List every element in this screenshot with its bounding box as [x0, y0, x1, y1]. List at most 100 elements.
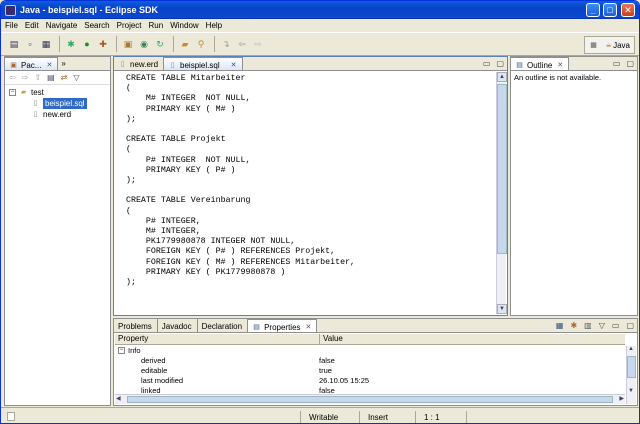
tab-properties[interactable]: ▤ Properties ✕ — [248, 319, 318, 332]
outline-tabbar: ▤ Outline ✕ ▭ ▢ — [511, 57, 637, 71]
tab-outline[interactable]: ▤ Outline ✕ — [511, 57, 570, 70]
erd-file-icon: ▯ — [120, 61, 125, 68]
maximize-icon[interactable]: ▢ — [496, 59, 504, 68]
collapse-icon[interactable]: − — [9, 89, 16, 96]
run-icon[interactable]: ● — [80, 37, 94, 51]
table-row[interactable]: editable true — [116, 366, 625, 376]
tab-beispiel-sql[interactable]: ▯ beispiel.sql ✕ — [164, 57, 244, 70]
java-perspective-icon: ☕ — [605, 41, 612, 49]
scroll-down-icon[interactable]: ▼ — [497, 304, 507, 314]
open-perspective-icon[interactable]: ▦ — [589, 41, 598, 50]
property-value: false — [319, 386, 335, 394]
scroll-down-icon[interactable]: ▼ — [628, 388, 634, 394]
maximize-button[interactable]: □ — [603, 3, 617, 17]
open-type-icon[interactable]: ▰ — [178, 37, 192, 51]
outline-message: An outline is not available. — [514, 73, 602, 82]
link-editor-icon[interactable]: ⇄ — [61, 73, 68, 82]
tab-problems[interactable]: Problems — [114, 319, 158, 332]
table-row[interactable]: last modified 26.10.05 15:25 — [116, 376, 625, 386]
scroll-thumb[interactable] — [497, 84, 507, 254]
menu-window[interactable]: Window — [170, 21, 198, 30]
close-icon[interactable]: ✕ — [557, 61, 563, 69]
fast-view-icon[interactable] — [7, 412, 15, 421]
close-icon[interactable]: ✕ — [46, 61, 52, 69]
new-class-icon[interactable]: ◉ — [137, 37, 151, 51]
close-icon[interactable]: ✕ — [306, 323, 312, 331]
close-icon[interactable]: ✕ — [231, 61, 237, 69]
tree-item-project[interactable]: − ▰ test — [9, 87, 87, 98]
collapse-all-icon[interactable]: ▤ — [47, 73, 55, 82]
tab-package-explorer[interactable]: ▣ Pac... ✕ — [5, 57, 59, 70]
close-button[interactable]: ✕ — [621, 3, 635, 17]
table-row[interactable]: derived false — [116, 356, 625, 366]
toolbar-separator — [214, 36, 215, 52]
tree-item-file[interactable]: ▯ beispiel.sql — [9, 98, 87, 109]
view-menu-icon[interactable]: ▽ — [599, 321, 605, 330]
restore-default-icon[interactable]: ▥ — [584, 321, 592, 330]
minimize-icon[interactable]: ▭ — [612, 321, 620, 330]
tab-new-erd[interactable]: ▯ new.erd — [114, 57, 165, 70]
minimize-icon[interactable]: ▭ — [613, 59, 621, 68]
scroll-up-icon[interactable]: ▲ — [497, 72, 507, 82]
up-icon[interactable]: ⇧ — [34, 73, 41, 82]
category-label: Info — [128, 346, 141, 355]
more-views-icon[interactable]: » — [58, 57, 68, 70]
editor-scrollbar[interactable]: ▲ ▼ — [496, 72, 507, 314]
scroll-up-icon[interactable]: ▲ — [628, 346, 634, 352]
tab-label: Pac... — [21, 60, 42, 70]
external-tools-icon[interactable]: ✚ — [96, 37, 110, 51]
back-icon[interactable]: ⇦ — [235, 37, 249, 51]
status-writable: Writable — [300, 411, 358, 423]
view-menu-icon[interactable]: ▽ — [73, 73, 79, 82]
save-icon[interactable]: ▫ — [23, 37, 37, 51]
toolbar-separator — [116, 36, 117, 52]
collapse-icon[interactable]: − — [118, 347, 125, 354]
minimize-icon[interactable]: ▭ — [483, 59, 491, 68]
maximize-icon[interactable]: ▢ — [626, 59, 634, 68]
tab-javadoc[interactable]: Javadoc — [158, 319, 198, 332]
scroll-left-icon[interactable]: ◀ — [116, 395, 121, 402]
tree-item-label: beispiel.sql — [43, 98, 87, 109]
editor-text-area[interactable]: CREATE TABLE Mitarbeiter ( M# INTEGER NO… — [126, 74, 355, 288]
show-categories-icon[interactable]: ▦ — [556, 321, 564, 330]
new-icon[interactable]: ▤ — [7, 37, 21, 51]
forward-icon[interactable]: ⇨ — [251, 37, 265, 51]
scroll-right-icon[interactable]: ▶ — [619, 395, 624, 402]
tree-item-file[interactable]: ▯ new.erd — [9, 109, 87, 120]
menu-search[interactable]: Search — [84, 21, 109, 30]
category-row[interactable]: − Info — [116, 346, 625, 356]
properties-h-scrollbar[interactable]: ◀ ▶ — [115, 394, 625, 404]
minimize-button[interactable]: _ — [586, 3, 600, 17]
debug-icon[interactable]: ✱ — [64, 37, 78, 51]
erd-file-icon: ▯ — [33, 111, 38, 118]
column-header-value[interactable]: Value — [320, 334, 625, 344]
column-header-property[interactable]: Property — [115, 334, 320, 344]
scroll-thumb[interactable] — [627, 356, 636, 378]
properties-v-scrollbar[interactable]: ▲ ▼ — [626, 346, 636, 404]
menu-project[interactable]: Project — [117, 21, 142, 30]
forward-icon[interactable]: ⇨ — [22, 73, 29, 82]
maximize-icon[interactable]: ▢ — [626, 321, 634, 330]
refresh-icon[interactable]: ↻ — [153, 37, 167, 51]
show-advanced-icon[interactable]: ✱ — [570, 321, 577, 330]
tree-item-label: test — [31, 88, 44, 97]
menu-run[interactable]: Run — [149, 21, 164, 30]
property-value: 26.10.05 15:25 — [319, 376, 370, 385]
back-icon[interactable]: ⇦ — [9, 73, 16, 82]
table-row[interactable]: linked false — [116, 386, 625, 394]
menu-navigate[interactable]: Navigate — [46, 21, 78, 30]
menu-edit[interactable]: Edit — [25, 21, 39, 30]
menu-help[interactable]: Help — [206, 21, 222, 30]
tab-label: Javadoc — [161, 322, 192, 331]
outline-view: ▤ Outline ✕ ▭ ▢ An outline is not availa… — [510, 56, 638, 316]
next-annotation-icon[interactable]: ↴ — [219, 37, 233, 51]
scroll-thumb[interactable] — [127, 396, 613, 403]
new-package-icon[interactable]: ▣ — [121, 37, 135, 51]
menu-file[interactable]: File — [5, 21, 18, 30]
print-icon[interactable]: ▦ — [39, 37, 53, 51]
tab-declaration[interactable]: Declaration — [198, 319, 249, 332]
property-name: editable — [141, 366, 168, 375]
search-icon[interactable]: ⚲ — [194, 37, 208, 51]
title-bar[interactable]: Java - beispiel.sql - Eclipse SDK _ □ ✕ — [1, 1, 639, 19]
perspective-switcher[interactable]: ▦ ☕ Java — [584, 36, 635, 54]
